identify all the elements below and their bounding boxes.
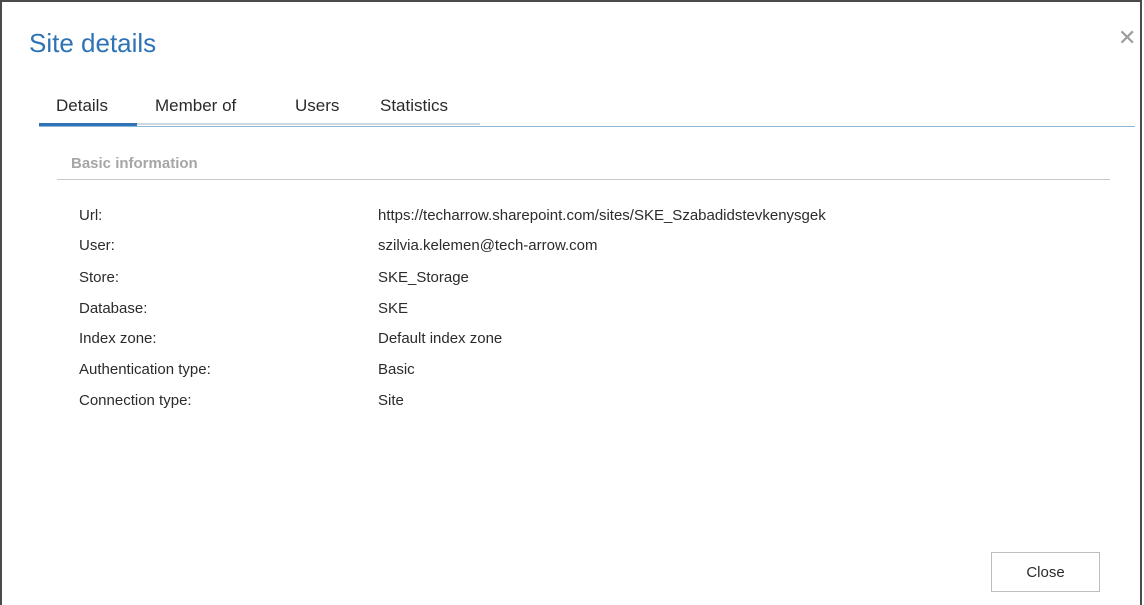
detail-value: https://techarrow.sharepoint.com/sites/S… — [378, 207, 826, 224]
tab-bar: Details Member of Users Statistics — [39, 86, 1135, 127]
tab-member-of[interactable]: Member of — [155, 96, 236, 116]
detail-label: Connection type: — [79, 392, 192, 409]
detail-value: Default index zone — [378, 330, 503, 347]
detail-label: Authentication type: — [79, 361, 211, 378]
detail-value: Basic — [378, 361, 415, 378]
detail-label: Url: — [79, 207, 103, 224]
tab-users[interactable]: Users — [295, 96, 339, 116]
dialog-title: Site details — [29, 28, 157, 58]
detail-row-url: Url: https://techarrow.sharepoint.com/si… — [79, 207, 1079, 229]
tab-statistics[interactable]: Statistics — [380, 96, 448, 116]
close-button[interactable]: Close — [991, 552, 1100, 592]
detail-value: szilvia.kelemen@tech-arrow.com — [378, 237, 598, 254]
detail-value: Site — [378, 392, 404, 409]
detail-row-database: Database: SKE — [79, 300, 1079, 322]
detail-row-user: User: szilvia.kelemen@tech-arrow.com — [79, 237, 1079, 259]
tab-strip-shade — [137, 123, 480, 125]
active-tab-indicator — [39, 123, 137, 126]
tab-details[interactable]: Details — [56, 96, 108, 116]
detail-row-connection-type: Connection type: Site — [79, 392, 1079, 414]
site-details-dialog: Site details ✕ Details Member of Users S… — [0, 0, 1142, 605]
detail-label: User: — [79, 237, 115, 254]
section-title: Basic information — [71, 155, 198, 172]
section-divider — [57, 179, 1110, 180]
detail-row-index-zone: Index zone: Default index zone — [79, 330, 1079, 352]
detail-row-authentication-type: Authentication type: Basic — [79, 361, 1079, 383]
detail-label: Index zone: — [79, 330, 157, 347]
detail-value: SKE — [378, 300, 409, 317]
detail-label: Store: — [79, 269, 120, 286]
detail-row-store: Store: SKE_Storage — [79, 269, 1079, 291]
detail-value: SKE_Storage — [378, 269, 469, 286]
detail-label: Database: — [79, 300, 148, 317]
close-icon[interactable]: ✕ — [1118, 27, 1136, 49]
